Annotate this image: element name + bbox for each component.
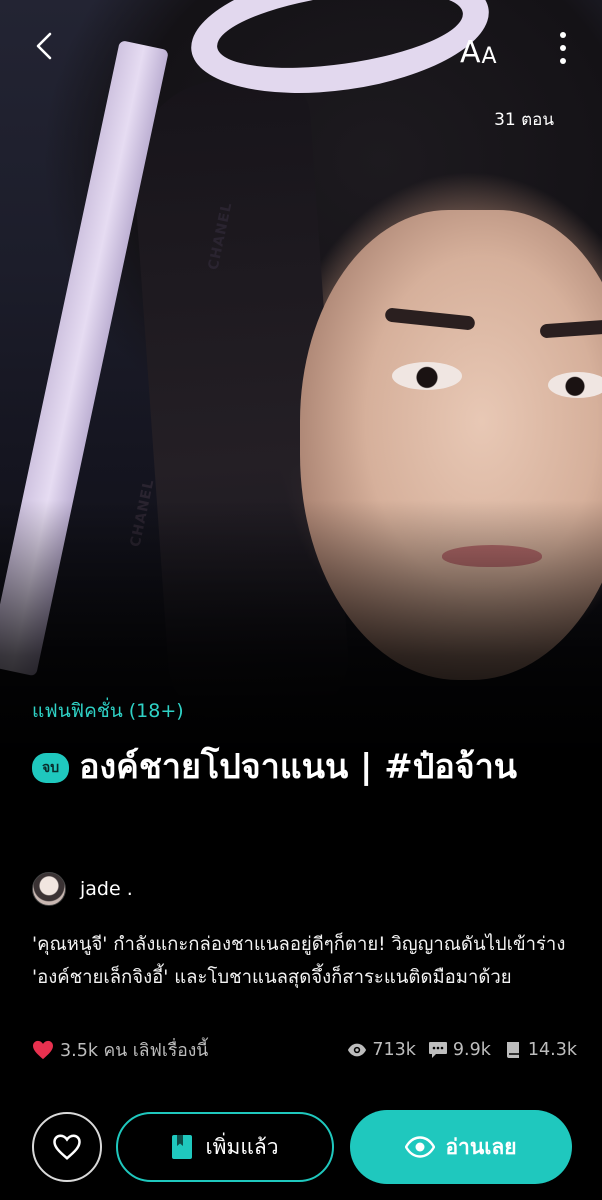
font-size-button[interactable]: A A bbox=[460, 28, 497, 68]
stats-row: 3.5k คน เลิฟเรื่องนี้ 713k 9.9k 14.3k bbox=[32, 1035, 577, 1065]
library-count: 14.3k bbox=[503, 1040, 577, 1060]
add-to-library-label: เพิ่มแล้ว bbox=[205, 1134, 279, 1159]
heart-outline-icon bbox=[53, 1134, 81, 1160]
title-text: องค์ชายโปจาแนน | #ป๋อจ้าน bbox=[79, 747, 518, 787]
eye-icon bbox=[405, 1136, 436, 1158]
view-count: 713k bbox=[347, 1040, 416, 1060]
read-now-label: อ่านเลย bbox=[445, 1134, 517, 1159]
like-button[interactable] bbox=[32, 1112, 102, 1182]
story-title: จบ องค์ชายโปจาแนน | #ป๋อจ้าน bbox=[32, 736, 582, 798]
eye-icon bbox=[348, 1043, 367, 1057]
action-bar: เพิ่มแล้ว อ่านเลย bbox=[0, 1100, 602, 1190]
author-name[interactable]: jade . bbox=[80, 878, 133, 900]
synopsis: 'คุณหนูจี' กำลังแกะกล่องชาแนลอยู่ดีๆก็ตา… bbox=[32, 934, 566, 988]
love-count: 3.5k คน เลิฟเรื่องนี้ bbox=[32, 1036, 208, 1064]
library-count-text: 14.3k bbox=[527, 1040, 577, 1060]
chevron-left-icon bbox=[36, 32, 52, 60]
add-to-library-button[interactable]: เพิ่มแล้ว bbox=[116, 1112, 334, 1182]
bookmark-book-icon bbox=[172, 1135, 193, 1159]
view-count-text: 713k bbox=[372, 1040, 416, 1060]
comment-icon bbox=[428, 1042, 447, 1058]
avatar[interactable] bbox=[32, 872, 66, 906]
genre-label[interactable]: แฟนฟิคชั่น (18+) bbox=[32, 696, 184, 726]
cover-eye-left bbox=[392, 362, 462, 390]
status-badge: จบ bbox=[32, 752, 70, 783]
font-size-icon-small: A bbox=[481, 44, 497, 69]
more-options-button[interactable] bbox=[548, 30, 578, 66]
heart-filled-icon bbox=[33, 1040, 53, 1060]
love-count-text: 3.5k คน เลิฟเรื่องนี้ bbox=[60, 1041, 209, 1061]
read-now-button[interactable]: อ่านเลย bbox=[350, 1110, 572, 1184]
comment-count: 9.9k bbox=[428, 1040, 491, 1060]
more-vertical-icon bbox=[560, 32, 566, 38]
back-button[interactable] bbox=[28, 28, 64, 64]
top-bar: A A 31 ตอน bbox=[0, 0, 602, 130]
author-row[interactable]: jade . bbox=[32, 872, 133, 906]
comment-count-text: 9.9k bbox=[452, 1040, 491, 1060]
episode-count: 31 ตอน bbox=[494, 110, 554, 130]
cover-eye-right bbox=[548, 372, 602, 398]
font-size-icon-large: A bbox=[460, 35, 481, 70]
book-icon bbox=[506, 1042, 519, 1058]
